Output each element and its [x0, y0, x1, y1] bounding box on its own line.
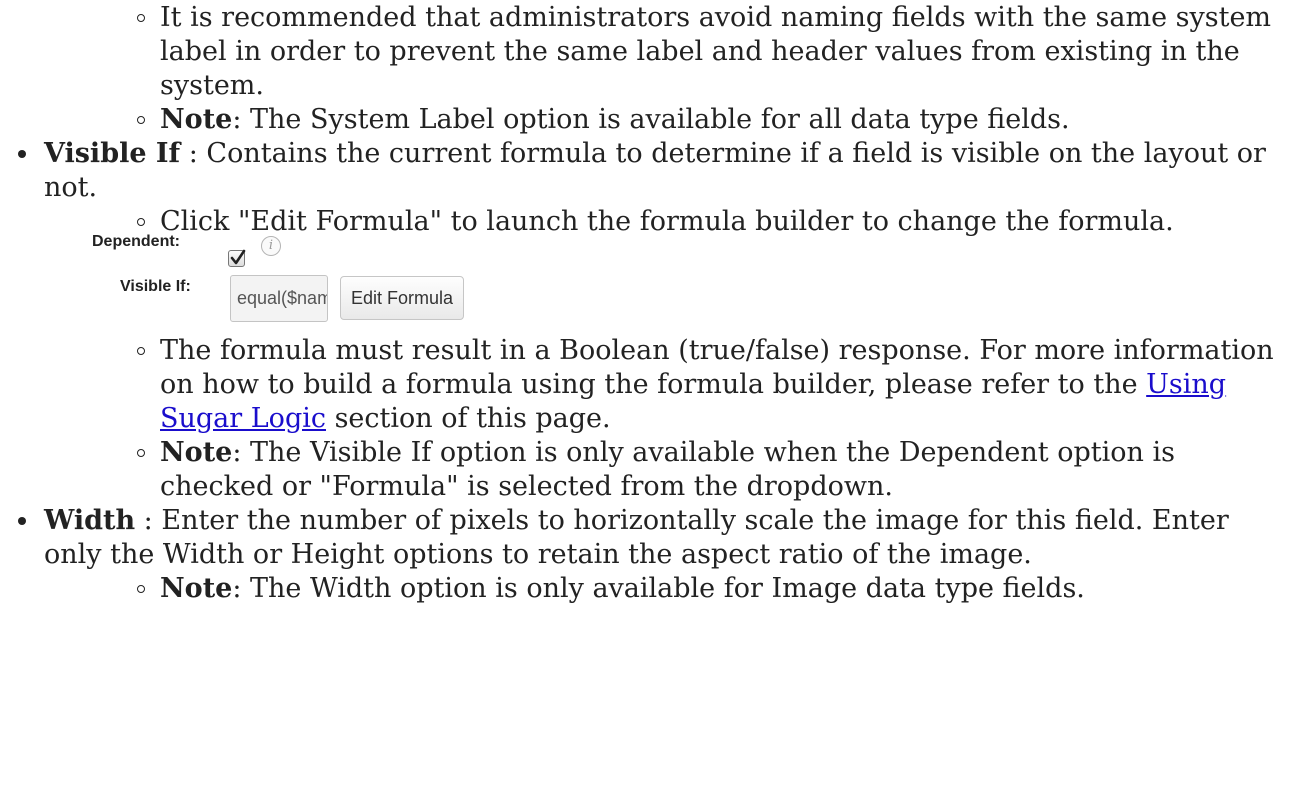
- visible-if-sublist-2: The formula must result in a Boolean (tr…: [0, 334, 1290, 504]
- section-suffix-text: section of this page.: [325, 403, 611, 434]
- visible-if-description: : Contains the current formula to determ…: [44, 138, 1266, 203]
- formula-input[interactable]: equal($name,"SugarCF: [230, 275, 328, 322]
- disc-bullet-icon: [18, 517, 26, 525]
- list-item: It is recommended that administrators av…: [0, 1, 1290, 103]
- field-options-list-2: Width : Enter the number of pixels to ho…: [0, 504, 1290, 572]
- document-content: It is recommended that administrators av…: [0, 0, 1290, 606]
- formula-screenshot: Dependent: i Visible If: equal($name,"Su…: [0, 230, 1290, 334]
- disc-bullet-icon: [18, 150, 26, 158]
- note-text: : The Width option is only available for…: [232, 573, 1085, 604]
- term-visible-if: Visible If: [44, 138, 181, 169]
- note-label: Note: [160, 573, 233, 604]
- note-label: Note: [160, 104, 233, 135]
- edit-formula-button[interactable]: Edit Formula: [340, 276, 464, 320]
- boolean-formula-text: The formula must result in a Boolean (tr…: [160, 335, 1274, 400]
- list-item: Note: The Width option is only available…: [0, 572, 1290, 606]
- circle-bullet-icon: [137, 347, 145, 355]
- dependent-label: Dependent:: [92, 233, 180, 250]
- list-item: Note: The Visible If option is only avai…: [0, 436, 1290, 504]
- circle-bullet-icon: [137, 585, 145, 593]
- circle-bullet-icon: [137, 14, 145, 22]
- circle-bullet-icon: [137, 449, 145, 457]
- recommendation-text: It is recommended that administrators av…: [160, 2, 1272, 101]
- list-item-width: Width : Enter the number of pixels to ho…: [0, 504, 1290, 572]
- visible-if-label: Visible If:: [120, 278, 191, 295]
- dependent-checkbox[interactable]: [228, 249, 246, 267]
- list-item: Note: The System Label option is availab…: [0, 103, 1290, 137]
- note-text: : The Visible If option is only availabl…: [160, 437, 1175, 502]
- info-icon[interactable]: i: [261, 236, 281, 256]
- note-text: : The System Label option is available f…: [232, 104, 1070, 135]
- checkmark-icon: [230, 249, 246, 265]
- term-width: Width: [44, 505, 136, 536]
- list-item-visible-if: Visible If : Contains the current formul…: [0, 137, 1290, 205]
- field-options-list: Visible If : Contains the current formul…: [0, 137, 1290, 205]
- note-label: Note: [160, 437, 233, 468]
- circle-bullet-icon: [137, 116, 145, 124]
- width-description: : Enter the number of pixels to horizont…: [44, 505, 1229, 570]
- circle-bullet-icon: [137, 218, 145, 226]
- system-label-sublist: It is recommended that administrators av…: [0, 1, 1290, 137]
- list-item: The formula must result in a Boolean (tr…: [0, 334, 1290, 436]
- width-sublist: Note: The Width option is only available…: [0, 572, 1290, 606]
